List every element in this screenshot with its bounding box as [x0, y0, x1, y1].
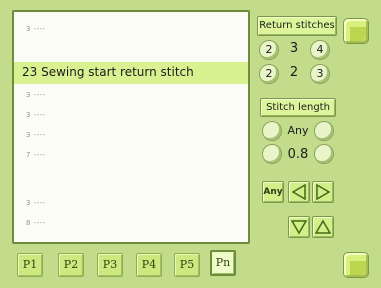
corner-shade-icon — [350, 261, 366, 275]
down-arrow-button[interactable] — [288, 216, 310, 238]
right-arrow-button[interactable] — [312, 181, 334, 203]
list-item-label: 3 ---- — [26, 199, 46, 207]
stitch-length-plus-circle[interactable] — [314, 144, 334, 164]
return-start-count: 2 — [265, 43, 273, 56]
return-stitches-label[interactable]: Return stitches — [257, 16, 337, 36]
any-button[interactable]: Any — [262, 181, 284, 203]
return-start-count2: 4 — [316, 43, 324, 56]
stitch-length-mode: Any — [287, 124, 309, 137]
enter-corner-button[interactable] — [343, 252, 369, 278]
list-item-label: 7 ---- — [26, 151, 46, 159]
stitch-list-panel: 3 ---- 23 Sewing start return stitch 3 -… — [12, 10, 250, 244]
list-item-label: 3 ---- — [26, 111, 46, 119]
tab-p4[interactable]: P4 — [136, 253, 162, 277]
return-end-count: 2 — [265, 67, 273, 80]
list-item[interactable]: 7 ---- — [14, 146, 248, 168]
list-item-label: 3 ---- — [26, 131, 46, 139]
sewing-program-screen: 3 ---- 23 Sewing start return stitch 3 -… — [0, 0, 381, 288]
stitch-length-label[interactable]: Stitch length — [260, 98, 336, 117]
triangle-down-icon — [291, 220, 307, 235]
list-item[interactable]: 8 ---- — [14, 214, 248, 236]
list-item[interactable]: 3 ---- — [14, 86, 248, 108]
list-item-label: 8 ---- — [26, 219, 46, 227]
return-start-value[interactable]: 3 — [284, 41, 304, 56]
list-item-label: 23 Sewing start return stitch — [22, 65, 194, 79]
return-end-value[interactable]: 2 — [284, 65, 304, 80]
stitch-length-dec-circle[interactable] — [262, 121, 282, 141]
list-item[interactable]: 3 ---- — [14, 194, 248, 216]
list-item-label: 3 ---- — [26, 25, 46, 33]
list-item[interactable]: 3 ---- — [14, 20, 248, 42]
triangle-up-icon — [315, 219, 331, 234]
list-item[interactable]: 3 ---- — [14, 126, 248, 148]
stitch-length-inc-circle[interactable] — [314, 121, 334, 141]
tab-pn[interactable]: Pn — [210, 250, 236, 276]
list-item[interactable]: 3 ---- — [14, 106, 248, 128]
corner-shade-icon — [350, 27, 366, 41]
tab-p3[interactable]: P3 — [97, 253, 123, 277]
stitch-length-minus-circle[interactable] — [262, 144, 282, 164]
triangle-right-icon — [316, 184, 331, 200]
list-item-selected[interactable]: 23 Sewing start return stitch — [14, 62, 248, 84]
return-end-count2: 3 — [316, 67, 324, 80]
list-item-label: 3 ---- — [26, 91, 46, 99]
tab-p2[interactable]: P2 — [58, 253, 84, 277]
triangle-left-icon — [291, 184, 306, 200]
tab-p1[interactable]: P1 — [17, 253, 43, 277]
tab-p5[interactable]: P5 — [174, 253, 200, 277]
left-arrow-button[interactable] — [288, 181, 310, 203]
menu-corner-button[interactable] — [343, 18, 369, 44]
up-arrow-button[interactable] — [312, 216, 334, 238]
stitch-length-value: 0.8 — [287, 147, 309, 162]
